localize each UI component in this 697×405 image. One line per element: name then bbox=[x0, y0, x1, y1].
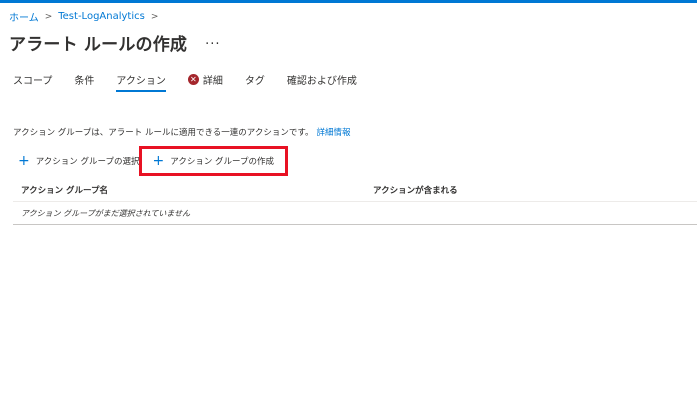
tab-label: 詳細 bbox=[202, 76, 223, 87]
tab-details[interactable]: ✕ 詳細 bbox=[187, 72, 223, 92]
wizard-tabs: スコープ 条件 アクション ✕ 詳細 タグ 確認および作成 bbox=[13, 72, 379, 92]
breadcrumb-separator: > bbox=[150, 11, 159, 22]
tab-tags[interactable]: タグ bbox=[245, 72, 265, 92]
tab-label: タグ bbox=[244, 76, 265, 87]
title-row: アラート ルールの作成 ... bbox=[9, 30, 221, 55]
select-action-group-label: アクション グループの選択 bbox=[35, 157, 140, 167]
error-icon: ✕ bbox=[187, 74, 199, 85]
highlight-box bbox=[139, 146, 288, 176]
breadcrumb-resource[interactable]: Test-LogAnalytics bbox=[58, 11, 145, 22]
empty-message: アクション グループがまだ選択されていません bbox=[21, 209, 191, 218]
plus-icon: + bbox=[18, 153, 30, 169]
column-header-actions-included: アクションが含まれる bbox=[373, 186, 458, 196]
tab-label: アクション bbox=[116, 76, 166, 87]
tab-condition[interactable]: 条件 bbox=[74, 72, 94, 92]
learn-more-link[interactable]: 詳細情報 bbox=[317, 128, 351, 138]
tab-label: 条件 bbox=[74, 76, 95, 87]
select-action-group-button[interactable]: + アクション グループの選択 bbox=[18, 153, 140, 169]
breadcrumb-separator: > bbox=[44, 11, 53, 22]
table-empty-row: アクション グループがまだ選択されていません bbox=[13, 202, 697, 225]
top-accent-bar bbox=[0, 0, 697, 3]
tab-label: 確認および作成 bbox=[286, 76, 357, 87]
tab-review-create[interactable]: 確認および作成 bbox=[287, 72, 357, 92]
tab-label: スコープ bbox=[13, 76, 53, 87]
breadcrumb-home[interactable]: ホーム bbox=[9, 9, 39, 24]
table-header: アクション グループ名 アクションが含まれる bbox=[13, 180, 697, 202]
tab-actions[interactable]: アクション bbox=[116, 72, 166, 92]
page-title: アラート ルールの作成 bbox=[9, 35, 188, 55]
tab-scope[interactable]: スコープ bbox=[13, 72, 52, 92]
section-description: アクション グループは、アラート ルールに適用できる一連のアクションです。 詳細情… bbox=[13, 126, 351, 138]
column-header-action-group-name: アクション グループ名 bbox=[21, 186, 109, 196]
breadcrumb: ホーム > Test-LogAnalytics > bbox=[9, 9, 164, 24]
more-options-button[interactable]: ... bbox=[205, 33, 220, 48]
description-text: アクション グループは、アラート ルールに適用できる一連のアクションです。 bbox=[13, 128, 314, 138]
